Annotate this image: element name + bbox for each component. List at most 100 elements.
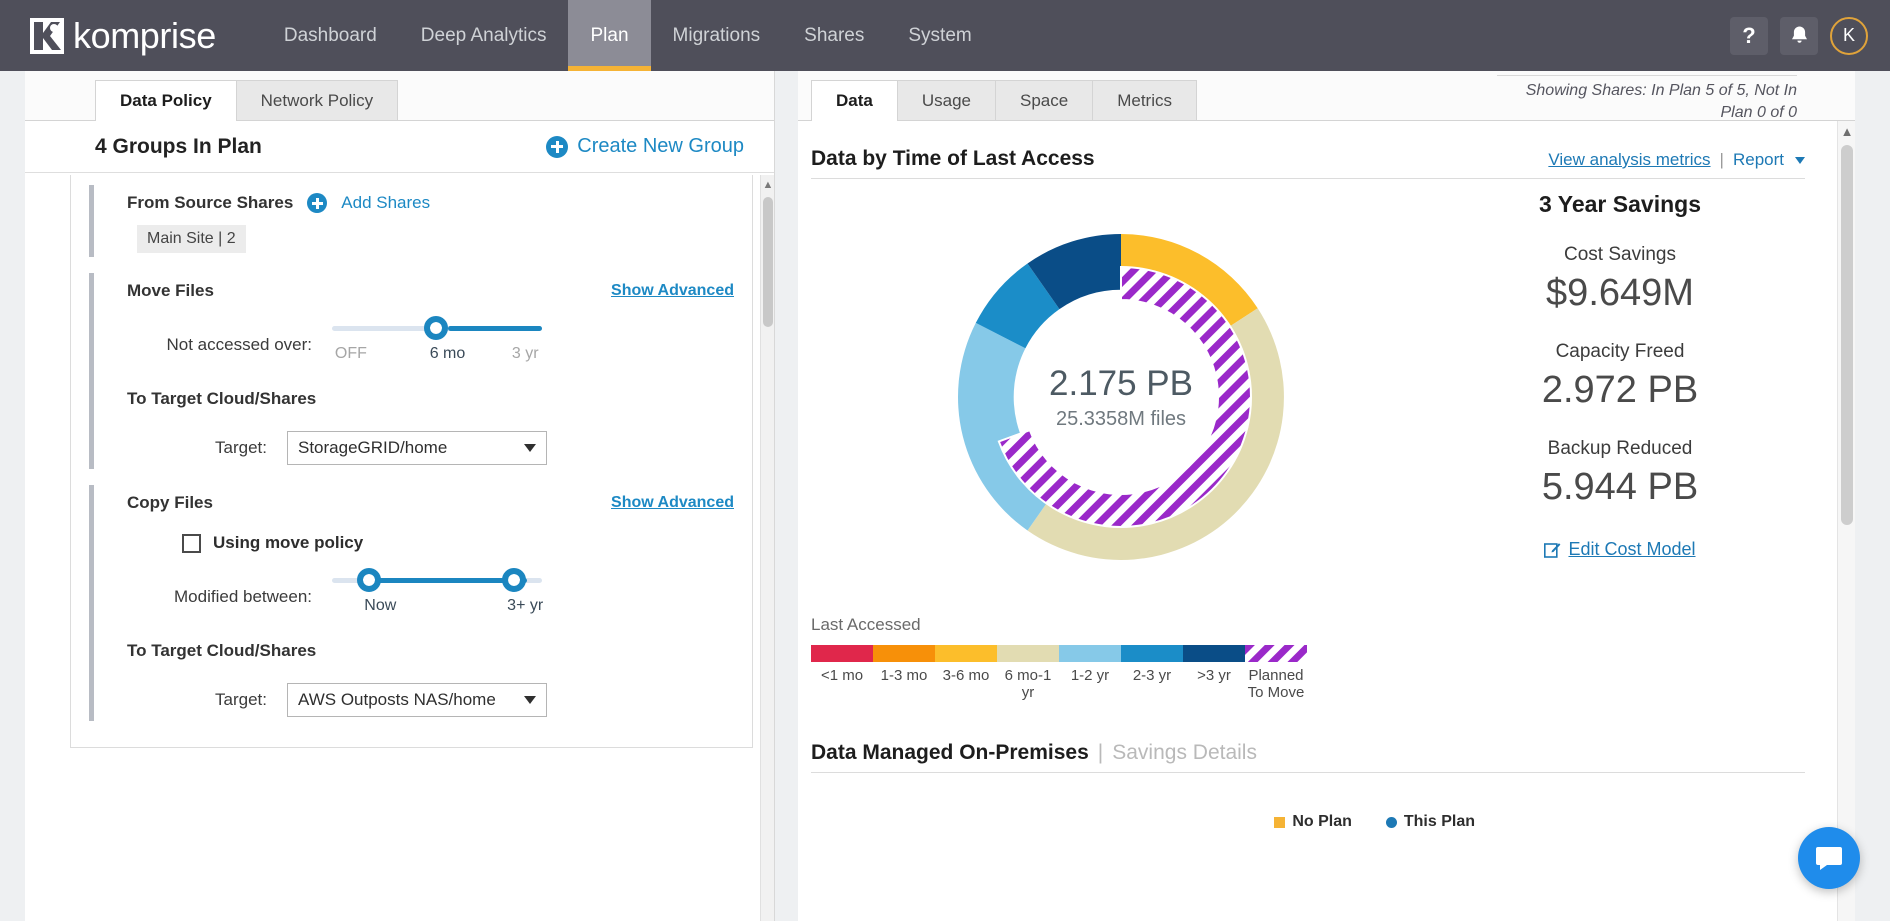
legend-item[interactable]: Planned To Move xyxy=(1245,645,1307,701)
not-accessed-over-slider[interactable] xyxy=(332,316,542,340)
groups-scroll-container[interactable]: From Source Shares Add Shares Main Site … xyxy=(70,175,775,921)
move-slider-label: Not accessed over: xyxy=(166,335,312,354)
nav-item-deep-analytics[interactable]: Deep Analytics xyxy=(399,0,569,71)
source-share-chip[interactable]: Main Site | 2 xyxy=(137,225,246,253)
header-links: View analysis metrics | Report xyxy=(1548,150,1805,170)
analysis-tabs: Data Usage Space Metrics Showing Shares:… xyxy=(798,71,1855,121)
legend-label: Planned To Move xyxy=(1247,667,1305,701)
nav-item-dashboard[interactable]: Dashboard xyxy=(262,0,399,71)
legend-label: No Plan xyxy=(1292,813,1352,830)
chat-bubble-icon xyxy=(1816,847,1842,870)
slider-knob-end[interactable] xyxy=(502,568,527,592)
tab-network-policy[interactable]: Network Policy xyxy=(235,80,399,120)
legend-item[interactable]: <1 mo xyxy=(811,645,873,684)
modified-between-slider[interactable] xyxy=(332,568,542,592)
chat-support-button[interactable] xyxy=(1798,827,1860,889)
report-link[interactable]: Report xyxy=(1733,150,1784,170)
tab-metrics[interactable]: Metrics xyxy=(1092,80,1197,120)
cost-savings-value: $9.649M xyxy=(1546,272,1694,314)
using-move-policy-label: Using move policy xyxy=(213,533,364,552)
tab-space[interactable]: Space xyxy=(995,80,1094,120)
nav-right-actions: ? K xyxy=(1730,16,1868,55)
legend-label: 2-3 yr xyxy=(1132,667,1172,684)
nav-item-migrations[interactable]: Migrations xyxy=(651,0,783,71)
capacity-freed-label: Capacity Freed xyxy=(1555,341,1685,362)
tab-data-policy[interactable]: Data Policy xyxy=(95,80,237,121)
right-panel-scrollbar[interactable]: ▲ xyxy=(1837,121,1855,921)
page-title: Data by Time of Last Access xyxy=(811,147,1095,170)
policy-tabs: Data Policy Network Policy xyxy=(25,71,774,121)
chevron-down-icon[interactable] xyxy=(1795,156,1805,164)
legend-item[interactable]: 6 mo-1 yr xyxy=(997,645,1059,701)
nav-item-plan[interactable]: Plan xyxy=(568,0,651,71)
chevron-down-icon xyxy=(524,696,536,704)
cost-savings-label: Cost Savings xyxy=(1564,244,1676,265)
nav-item-system[interactable]: System xyxy=(886,0,993,71)
move-target-row: Target: StorageGRID/home xyxy=(127,431,752,465)
backup-reduced-label: Backup Reduced xyxy=(1547,438,1693,459)
group-card: From Source Shares Add Shares Main Site … xyxy=(70,175,753,748)
help-icon[interactable]: ? xyxy=(1730,16,1768,55)
view-analysis-metrics-link[interactable]: View analysis metrics xyxy=(1548,150,1710,170)
copy-target-select[interactable]: AWS Outposts NAS/home xyxy=(287,683,547,717)
scrollbar-thumb[interactable] xyxy=(763,197,773,327)
section-copy-files: Copy Files Show Advanced Using move poli… xyxy=(89,475,752,727)
slider-knob[interactable] xyxy=(424,316,449,340)
legend-item[interactable]: 2-3 yr xyxy=(1121,645,1183,684)
slider-tick-3yr: 3 yr xyxy=(511,345,539,362)
tab-data[interactable]: Data xyxy=(811,80,898,121)
legend-item[interactable]: 1-2 yr xyxy=(1059,645,1121,684)
legend-label: 1-3 mo xyxy=(880,667,928,684)
legend-item[interactable]: 3-6 mo xyxy=(935,645,997,684)
copy-slider-row: Modified between: Now 3+ yr xyxy=(127,568,752,619)
using-move-policy-checkbox[interactable] xyxy=(182,533,201,553)
legend-item-no-plan[interactable]: No Plan xyxy=(1274,813,1352,831)
add-shares-link[interactable]: Add Shares xyxy=(341,193,430,213)
copy-show-advanced-link[interactable]: Show Advanced xyxy=(611,494,734,512)
groups-header: 4 Groups In Plan Create New Group xyxy=(25,121,774,173)
copy-files-header: Copy Files Show Advanced xyxy=(127,493,752,513)
main-nav-items: Dashboard Deep Analytics Plan Migrations… xyxy=(262,0,994,71)
using-move-policy-row: Using move policy xyxy=(182,533,752,553)
nav-item-shares[interactable]: Shares xyxy=(782,0,886,71)
edit-cost-model-button[interactable]: Edit Cost Model xyxy=(1544,539,1696,560)
section-move-files: Move Files Show Advanced Not accessed ov… xyxy=(89,263,752,475)
plus-circle-icon[interactable] xyxy=(307,193,328,213)
move-show-advanced-link[interactable]: Show Advanced xyxy=(611,282,734,300)
groups-in-plan-title: 4 Groups In Plan xyxy=(95,134,262,158)
avatar[interactable]: K xyxy=(1830,16,1868,55)
move-target-select[interactable]: StorageGRID/home xyxy=(287,431,547,465)
data-by-time-header: Data by Time of Last Access View analysi… xyxy=(811,147,1805,179)
edit-pencil-icon xyxy=(1544,543,1561,558)
legend-item[interactable]: 1-3 mo xyxy=(873,645,935,684)
chevron-up-icon[interactable]: ▲ xyxy=(1838,121,1856,141)
right-panel: Data Usage Space Metrics Showing Shares:… xyxy=(798,71,1855,921)
donut-chart[interactable]: 2.175 PB 25.3358M files xyxy=(921,197,1321,597)
slider-fill xyxy=(447,326,542,331)
page-body: Data Policy Network Policy 4 Groups In P… xyxy=(0,71,1890,921)
source-shares-title: From Source Shares xyxy=(127,193,294,212)
brand-logo[interactable]: komprise xyxy=(30,0,216,71)
bell-icon[interactable] xyxy=(1780,16,1818,55)
slider-knob-start[interactable] xyxy=(357,568,382,592)
move-target-value: StorageGRID/home xyxy=(298,438,448,457)
legend-swatch xyxy=(935,645,997,662)
legend-swatch xyxy=(873,645,935,662)
bottom-chart-legend: No Plan This Plan xyxy=(811,813,1805,831)
chevron-up-icon[interactable]: ▲ xyxy=(761,177,775,193)
create-new-group-button[interactable]: Create New Group xyxy=(546,135,744,158)
left-panel-scrollbar[interactable]: ▲ xyxy=(760,175,774,921)
legend-title: Last Accessed xyxy=(811,615,921,634)
legend-label: 1-2 yr xyxy=(1070,667,1110,684)
chart-legend: <1 mo 1-3 mo 3-6 mo 6 mo-1 yr 1-2 yr 2-3… xyxy=(811,645,1805,701)
tab-usage[interactable]: Usage xyxy=(896,80,996,120)
savings-details-tab[interactable]: Savings Details xyxy=(1112,741,1257,765)
copy-target-heading: To Target Cloud/Shares xyxy=(127,641,317,660)
legend-item[interactable]: >3 yr xyxy=(1183,645,1245,684)
legend-swatch xyxy=(811,645,873,662)
legend-label: >3 yr xyxy=(1197,667,1231,684)
section-separator: | xyxy=(1097,741,1104,764)
scrollbar-thumb[interactable] xyxy=(1841,145,1853,525)
copy-target-row: Target: AWS Outposts NAS/home xyxy=(127,683,752,717)
legend-item-this-plan[interactable]: This Plan xyxy=(1385,813,1475,831)
